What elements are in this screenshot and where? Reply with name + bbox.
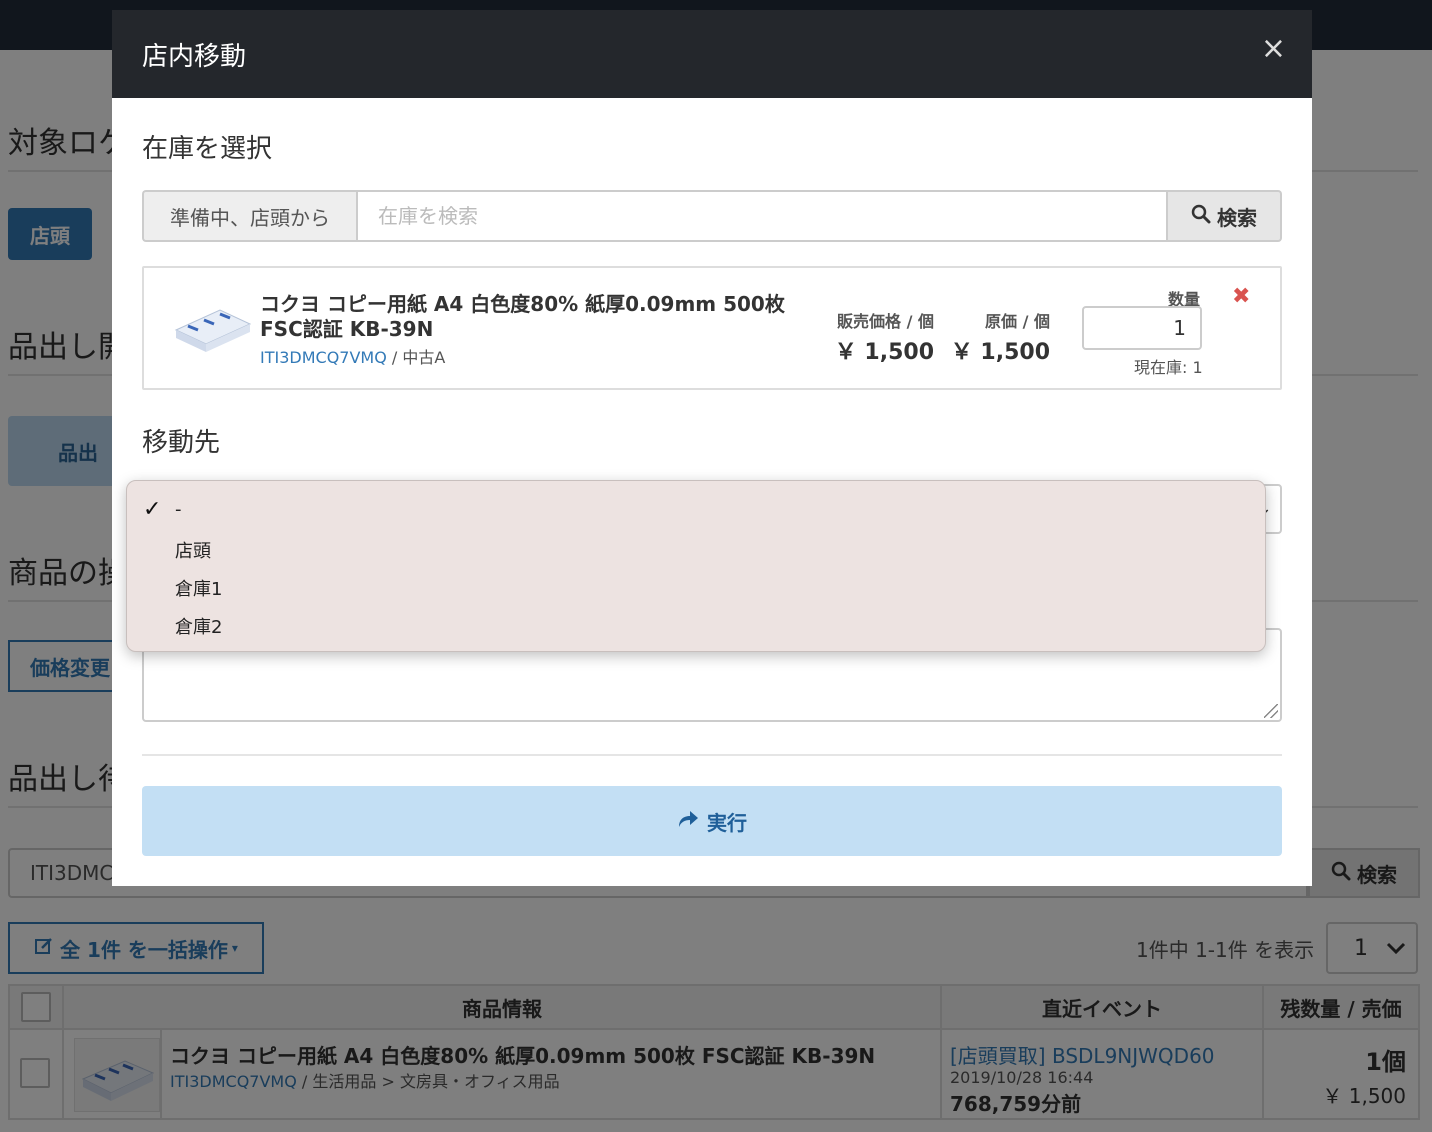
current-stock-note: 現在庫: 1 [1134,358,1203,377]
dropdown-option-warehouse-1[interactable]: 倉庫1 [175,575,222,601]
search-scope-addon: 準備中、店頭から [142,190,356,242]
dropdown-option-none[interactable]: - [175,499,182,520]
selected-item-card: コクヨ コピー用紙 A4 白色度80% 紙厚0.09mm 500枚 FSC認証 … [142,266,1282,390]
destination-dropdown-list: ✓ - 店頭 倉庫1 倉庫2 [126,480,1266,652]
close-icon[interactable]: × [1261,34,1286,64]
cost-column: 原価 / 個 ￥ 1,500 [951,308,1050,366]
item-code-link[interactable]: ITI3DMCQ7VMQ [260,348,387,367]
share-arrow-icon [677,809,699,833]
modal-divider [142,754,1282,756]
item-meta: ITI3DMCQ7VMQ / 中古A [260,344,445,368]
cost-label: 原価 / 個 [985,312,1050,331]
stock-search-button[interactable]: 検索 [1168,190,1282,242]
dropdown-option-warehouse-2[interactable]: 倉庫2 [175,613,222,639]
item-condition: / 中古A [386,348,446,367]
item-title: コクヨ コピー用紙 A4 白色度80% 紙厚0.09mm 500枚 FSC認証 … [260,292,785,341]
search-icon [1191,204,1211,229]
remove-icon[interactable]: ✖ [1232,286,1250,308]
modal-header: 店内移動 × [112,10,1312,98]
quantity-input[interactable] [1082,306,1202,350]
cost-value: ￥ 1,500 [950,340,1050,365]
stock-search-label: 検索 [1217,205,1257,230]
execute-label: 実行 [707,810,747,835]
modal-title: 店内移動 [142,42,247,72]
store-transfer-modal: 店内移動 × 在庫を選択 準備中、店頭から 検索 コクヨ コピー用紙 A4 白色… [112,10,1312,886]
product-thumbnail [172,296,252,356]
sale-price-column: 販売価格 / 個 ￥ 1,500 [835,308,934,366]
checkmark-icon: ✓ [143,497,162,522]
resize-handle-icon[interactable] [1264,704,1278,718]
destination-title: 移動先 [142,428,221,458]
sale-price-value: ￥ 1,500 [834,340,934,365]
stock-search-group: 準備中、店頭から 検索 [142,190,1282,242]
select-stock-title: 在庫を選択 [142,134,273,164]
stock-search-input[interactable] [356,190,1168,242]
execute-button[interactable]: 実行 [142,786,1282,856]
dropdown-option-storefront[interactable]: 店頭 [175,537,211,563]
sale-price-label: 販売価格 / 個 [837,312,934,331]
